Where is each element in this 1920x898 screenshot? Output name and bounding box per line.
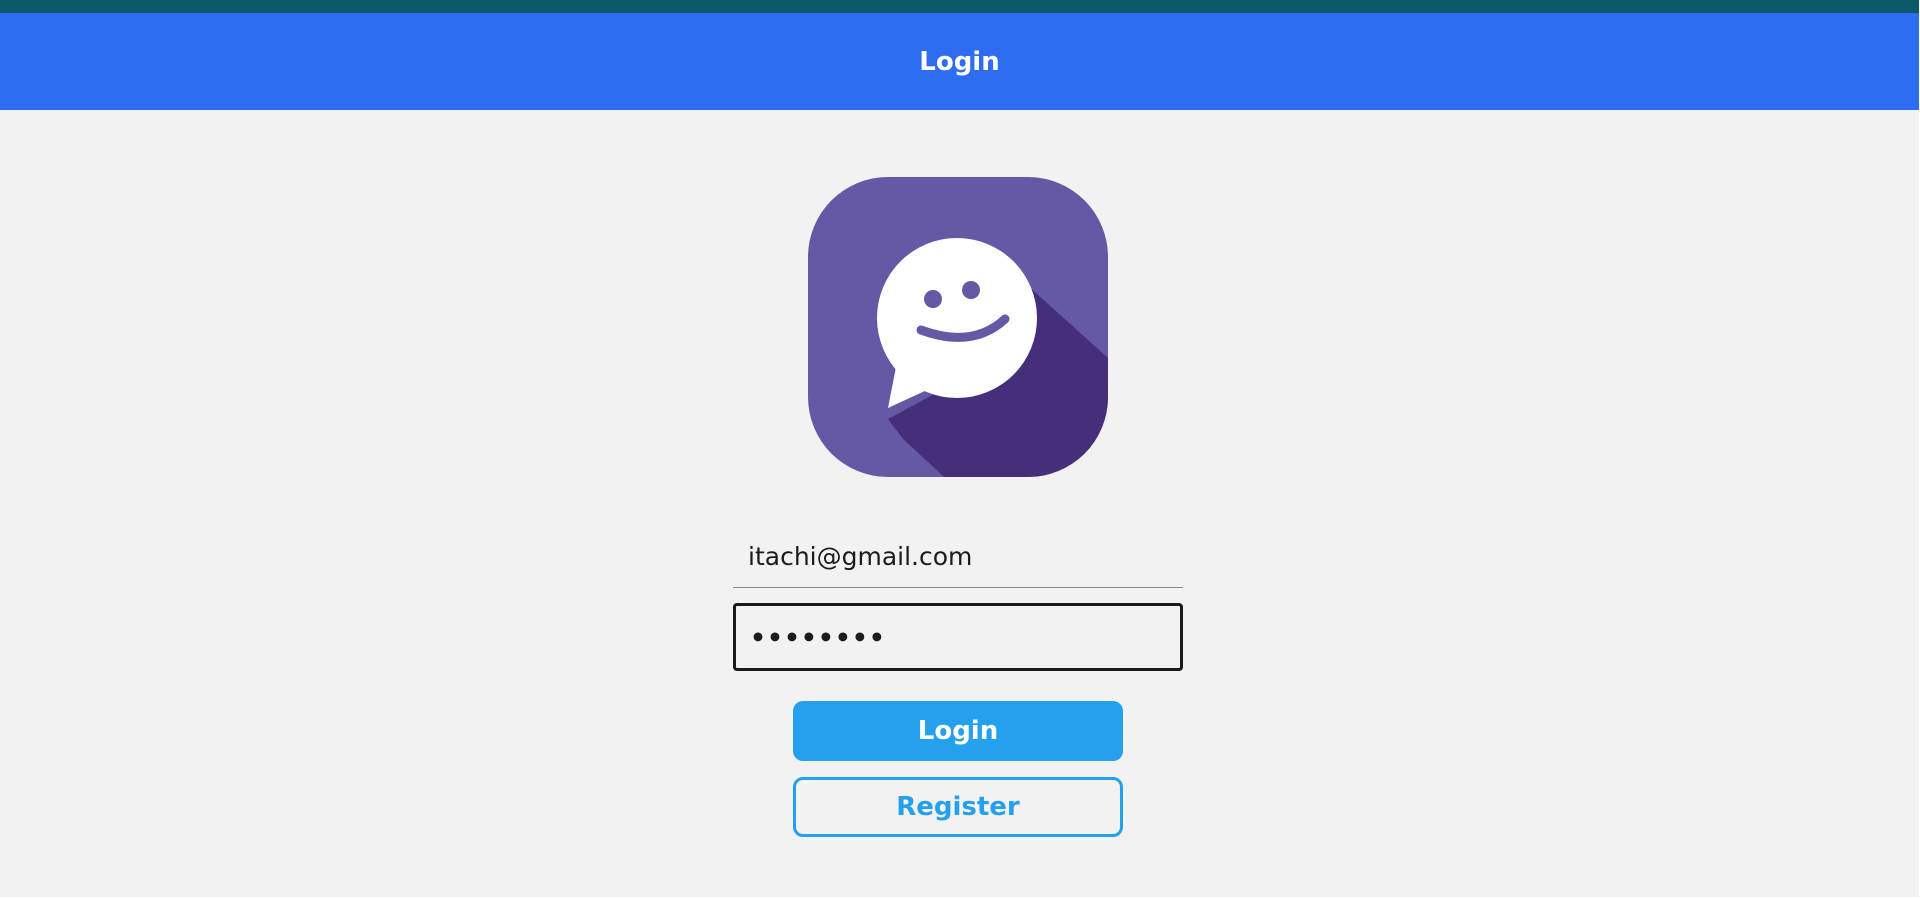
email-field[interactable]: itachi@gmail.com (733, 526, 1183, 588)
login-button[interactable]: Login (793, 701, 1123, 761)
app-window: Login itachi@gmail.com •••••••• Login Re… (0, 0, 1919, 897)
page-title: Login (919, 46, 1000, 77)
app-logo (808, 177, 1108, 477)
smiley-chat-bubble-icon (808, 177, 1108, 477)
register-button[interactable]: Register (793, 777, 1123, 837)
password-field[interactable]: •••••••• (733, 603, 1183, 671)
window-top-strip (0, 0, 1919, 13)
header-bar: Login (0, 13, 1919, 110)
